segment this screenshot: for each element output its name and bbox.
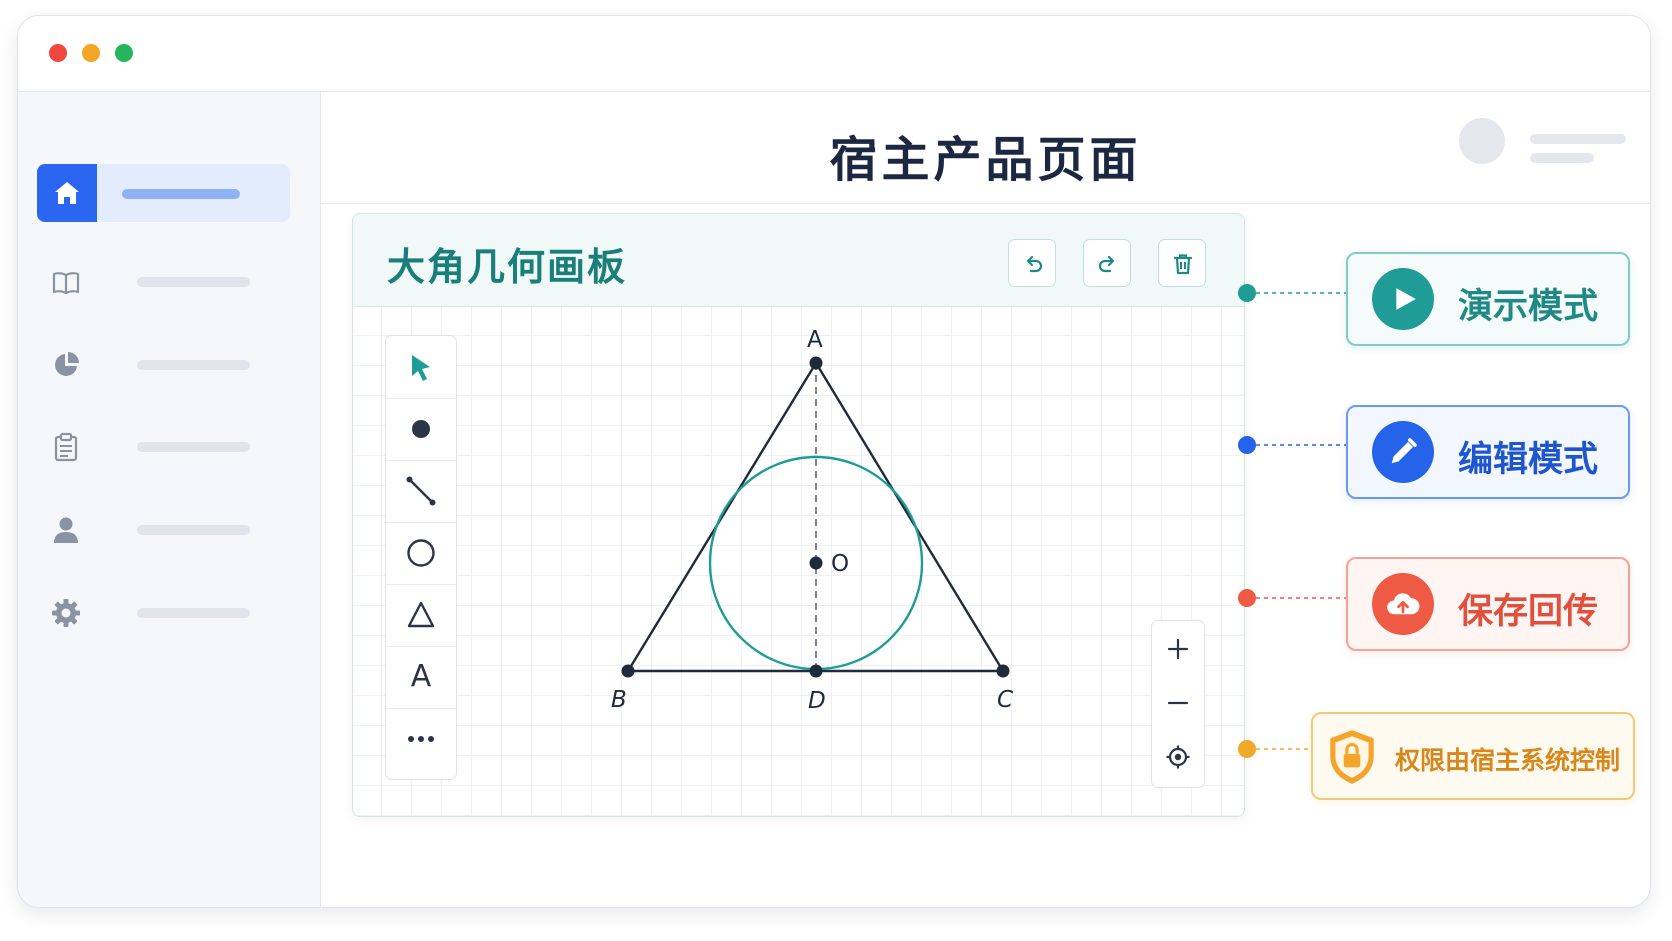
shield-lock-icon [1330,730,1374,784]
zoom-in-button[interactable] [1152,623,1204,677]
label-b: B [611,687,627,713]
sidebar-item-label-placeholder [122,189,240,199]
point-c[interactable] [996,664,1010,678]
triangle-abc[interactable] [626,361,1005,673]
sidebar-item-label-placeholder [137,608,250,618]
connector-dot-save [1238,589,1256,607]
permission-notice: 权限由宿主系统控制 [1311,712,1635,800]
sidebar-item-book[interactable] [37,252,290,310]
geometry-board: 大角几何画板 A A B C D O [352,213,1245,817]
connector-dot-permission [1238,740,1256,758]
sidebar-item-user[interactable] [37,500,290,558]
save-return-button[interactable]: 保存回传 [1346,557,1630,651]
undo-button[interactable] [1008,239,1056,287]
sidebar-item-chart[interactable] [37,335,290,393]
demo-mode-label: 演示模式 [1458,287,1599,327]
sidebar-item-label-placeholder [137,525,250,535]
connector-dot-edit [1238,436,1256,454]
undo-icon [1026,255,1043,273]
zoom-out-icon [1167,701,1189,705]
sidebar-item-label-placeholder [137,277,250,287]
label-d: D [808,688,826,714]
page-title: 宿主产品页面 [829,132,1142,188]
sidebar-item-settings[interactable] [37,583,290,641]
save-return-label: 保存回传 [1458,592,1599,632]
header-user-placeholder [1530,153,1594,163]
point-a[interactable] [809,356,823,370]
connector-dot-demo [1238,284,1256,302]
gear-icon [52,599,80,627]
zoom-controls [1151,620,1205,788]
demo-mode-button[interactable]: 演示模式 [1346,252,1630,346]
edit-mode-label: 编辑模式 [1458,440,1599,480]
label-c: C [997,687,1013,713]
delete-button[interactable] [1158,239,1206,287]
point-o[interactable] [809,556,823,570]
trash-icon [1173,254,1193,275]
mode-connectors [1238,284,1346,758]
header-divider [321,203,1650,204]
avatar[interactable] [1459,118,1505,164]
redo-button[interactable] [1083,239,1131,287]
edit-mode-button[interactable]: 编辑模式 [1346,405,1630,499]
zoom-in-icon [1167,638,1189,660]
pie-chart-icon [55,352,79,376]
user-icon [54,517,78,543]
header-user-placeholder [1530,134,1626,144]
maximize-window-button[interactable] [115,44,133,62]
drawing-canvas[interactable]: A A B C D O [353,307,1244,816]
play-icon-circle [1372,268,1434,330]
locate-icon [1166,745,1190,769]
label-a: A [807,327,823,353]
cloud-upload-icon [1387,593,1420,615]
point-b[interactable] [621,664,635,678]
permission-label: 权限由宿主系统控制 [1395,746,1621,775]
geometry-figure: A B C D O [611,327,1013,714]
pencil-icon [1391,438,1417,464]
clipboard-icon [54,432,78,462]
label-o: O [831,551,849,577]
book-icon [52,272,80,295]
zoom-out-button[interactable] [1152,677,1204,731]
point-d[interactable] [809,664,823,678]
cloud-upload-icon-circle [1372,573,1434,635]
window-titlebar [18,16,1650,92]
close-window-button[interactable] [49,44,67,62]
sidebar-item-label-placeholder [137,360,250,370]
sidebar-item-home[interactable] [37,164,290,222]
board-header: 大角几何画板 [353,214,1244,307]
sidebar-item-label-placeholder [137,442,250,452]
minimize-window-button[interactable] [82,44,100,62]
home-icon [55,182,79,204]
locate-button[interactable] [1152,731,1204,785]
sidebar [18,92,321,907]
sidebar-item-tasks[interactable] [37,417,290,475]
pencil-icon-circle [1372,421,1434,483]
board-title: 大角几何画板 [387,245,628,289]
play-icon [1396,288,1416,310]
redo-icon [1098,255,1115,273]
